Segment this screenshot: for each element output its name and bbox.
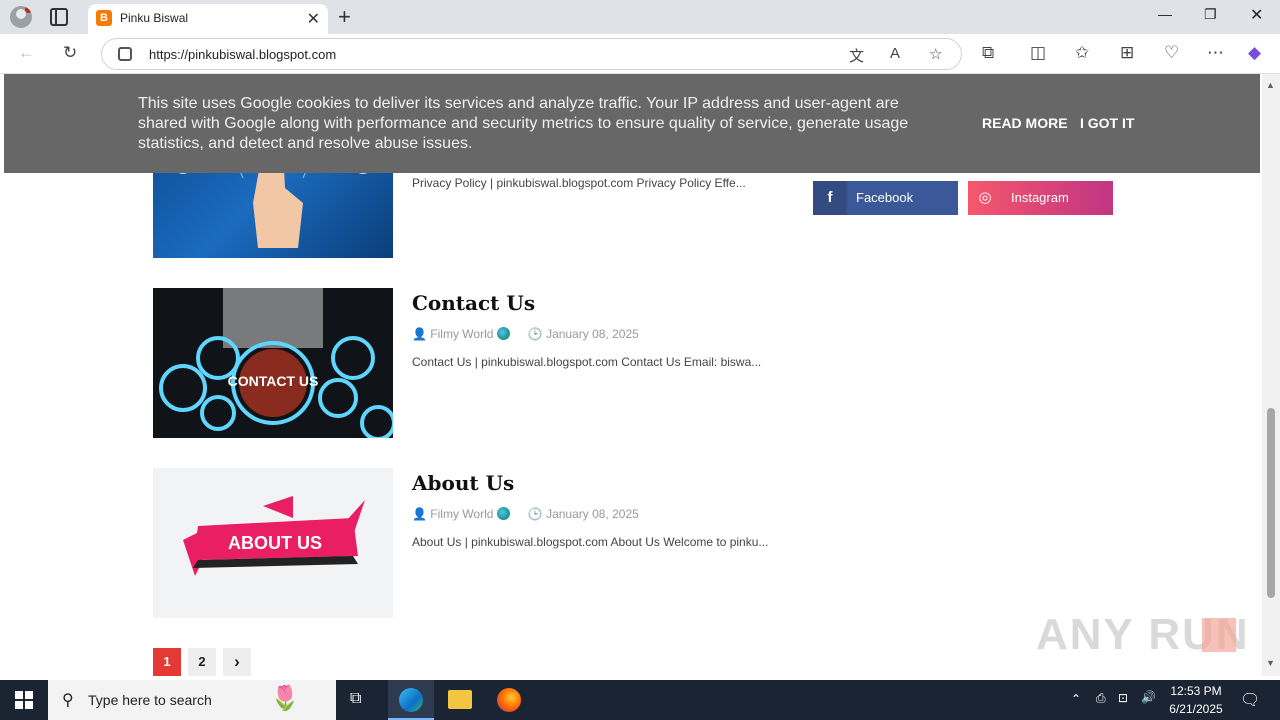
post-author[interactable]: Filmy World <box>430 327 493 341</box>
contact-graphic-text: CONTACT US <box>228 373 319 389</box>
address-bar[interactable]: https://pinkubiswal.blogspot.com 文 A ☆ <box>101 38 962 70</box>
page-scrollbar[interactable]: ▲ ▼ <box>1262 74 1280 676</box>
tab-close-icon[interactable]: ✕ <box>307 9 320 29</box>
new-tab-icon[interactable]: + <box>338 4 351 30</box>
edge-taskbar-icon[interactable] <box>388 680 434 720</box>
clock-icon: 🕒 <box>527 507 543 521</box>
blogger-favicon-icon: B <box>96 10 112 26</box>
browser-tab[interactable]: B Pinku Biswal ✕ <box>88 4 328 34</box>
post-snippet: Contact Us | pinkubiswal.blogspot.com Co… <box>412 355 762 369</box>
flowers-decoration-icon: 🌷 <box>270 685 300 712</box>
about-graphic-text: ABOUT US <box>228 533 322 553</box>
start-button-icon[interactable] <box>15 691 33 709</box>
split-screen-icon[interactable]: ◫ <box>1030 43 1046 63</box>
window-close-icon[interactable]: ✕ <box>1250 5 1263 25</box>
post-item: ABOUT US About Us 👤 Filmy World 🕒 Januar… <box>153 468 793 618</box>
taskbar-search-box[interactable]: ⚲ Type here to search 🌷 <box>48 680 336 720</box>
browser-tab-strip: B Pinku Biswal ✕ + — ❐ ✕ <box>0 0 1280 34</box>
tab-actions-icon[interactable] <box>50 8 68 26</box>
favorites-icon[interactable]: ✩ <box>1075 43 1089 63</box>
got-it-button[interactable]: I GOT IT <box>1080 115 1134 131</box>
copilot-icon[interactable]: ◆ <box>1248 43 1261 63</box>
site-info-icon[interactable] <box>118 47 132 61</box>
about-banner-graphic: ABOUT US <box>183 496 365 576</box>
tab-title: Pinku Biswal <box>120 11 189 25</box>
network-icon[interactable]: ⊡ <box>1118 691 1128 705</box>
facebook-label: Facebook <box>856 190 914 205</box>
globe-icon <box>497 507 511 520</box>
back-icon[interactable]: ← <box>18 43 35 63</box>
clock-time[interactable]: 12:53 PM <box>1168 684 1224 698</box>
post-date: January 08, 2025 <box>546 507 639 521</box>
browser-essentials-icon[interactable]: ♡ <box>1164 43 1179 63</box>
url-text[interactable]: https://pinkubiswal.blogspot.com <box>149 47 336 62</box>
post-title[interactable]: About Us <box>412 471 514 495</box>
tray-chevron-icon[interactable]: ⌃ <box>1071 692 1081 706</box>
clock-icon: 🕒 <box>527 327 543 341</box>
file-explorer-icon[interactable] <box>448 690 472 709</box>
notifications-icon[interactable]: 🗨 <box>1240 690 1260 710</box>
globe-icon <box>497 327 511 340</box>
firefox-icon[interactable] <box>497 688 521 712</box>
post-author[interactable]: Filmy World <box>430 507 493 521</box>
page-2-button[interactable]: 2 <box>188 648 216 676</box>
facebook-button[interactable]: f Facebook <box>813 181 958 215</box>
instagram-label: Instagram <box>1011 190 1069 205</box>
anyrun-watermark-badge <box>1202 618 1236 652</box>
instagram-icon: ◎ <box>978 189 992 206</box>
profile-avatar-icon[interactable] <box>10 6 32 28</box>
scroll-up-icon[interactable]: ▲ <box>1266 80 1275 90</box>
author-icon: 👤 <box>412 507 427 521</box>
task-view-icon[interactable]: ⧉ <box>350 690 361 708</box>
search-placeholder: Type here to search <box>88 692 212 708</box>
contact-gears-graphic: CONTACT US <box>159 288 393 438</box>
scroll-down-icon[interactable]: ▼ <box>1266 658 1275 668</box>
restore-icon[interactable]: ❐ <box>1204 6 1217 23</box>
post-title[interactable]: Contact Us <box>412 291 535 315</box>
page-1-button[interactable]: 1 <box>153 648 181 676</box>
cookie-message: This site uses Google cookies to deliver… <box>138 95 909 152</box>
scroll-thumb[interactable] <box>1267 408 1275 598</box>
more-options-icon[interactable]: ⋯ <box>1207 43 1224 63</box>
instagram-button[interactable]: ◎ Instagram <box>968 181 1113 215</box>
translate-icon[interactable]: 文 <box>849 45 864 66</box>
read-more-button[interactable]: READ MORE <box>982 115 1068 131</box>
clock-date[interactable]: 6/21/2025 <box>1168 702 1224 716</box>
post-meta: 👤 Filmy World 🕒 January 08, 2025 <box>412 327 639 341</box>
post-thumbnail[interactable]: ABOUT US <box>153 468 393 618</box>
refresh-icon[interactable]: ↻ <box>63 43 77 63</box>
extensions-icon[interactable]: ⧉ <box>982 43 994 63</box>
read-aloud-icon[interactable]: A <box>890 45 900 62</box>
windows-taskbar: ⚲ Type here to search 🌷 ⧉ ⌃ ⎙ ⊡ 🔊 12:53 … <box>0 680 1280 720</box>
post-date: January 08, 2025 <box>546 327 639 341</box>
search-icon: ⚲ <box>62 692 74 709</box>
browser-toolbar: ← ↻ https://pinkubiswal.blogspot.com 文 A… <box>0 34 1280 74</box>
facebook-icon: f <box>813 181 847 215</box>
author-icon: 👤 <box>412 327 427 341</box>
device-icon[interactable]: ⎙ <box>1096 691 1106 706</box>
next-page-icon[interactable]: › <box>223 648 251 676</box>
post-item: CONTACT US Contact Us 👤 Filmy World 🕒 Ja… <box>153 288 793 438</box>
volume-icon[interactable]: 🔊 <box>1141 690 1156 704</box>
post-snippet: About Us | pinkubiswal.blogspot.com Abou… <box>412 535 769 549</box>
post-meta: 👤 Filmy World 🕒 January 08, 2025 <box>412 507 639 521</box>
collections-icon[interactable]: ⊞ <box>1120 43 1134 63</box>
post-thumbnail[interactable]: CONTACT US <box>153 288 393 438</box>
post-snippet: Privacy Policy | pinkubiswal.blogspot.co… <box>412 176 746 190</box>
minimize-icon[interactable]: — <box>1158 6 1172 22</box>
favorite-star-icon[interactable]: ☆ <box>929 45 942 63</box>
cookie-banner: This site uses Google cookies to deliver… <box>4 74 1260 173</box>
